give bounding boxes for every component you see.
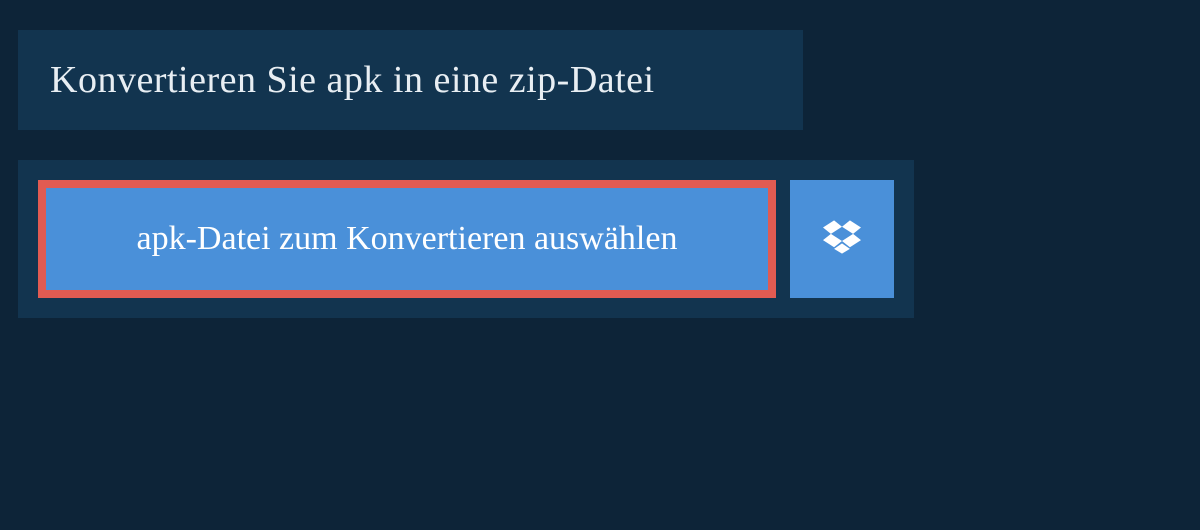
page-title: Konvertieren Sie apk in eine zip-Datei [50,58,773,102]
select-file-button[interactable]: apk-Datei zum Konvertieren auswählen [38,180,776,298]
dropbox-button[interactable] [790,180,894,298]
button-panel: apk-Datei zum Konvertieren auswählen [18,160,914,318]
select-file-label: apk-Datei zum Konvertieren auswählen [137,220,678,258]
header-bar: Konvertieren Sie apk in eine zip-Datei [18,30,803,130]
dropbox-icon [823,220,861,259]
